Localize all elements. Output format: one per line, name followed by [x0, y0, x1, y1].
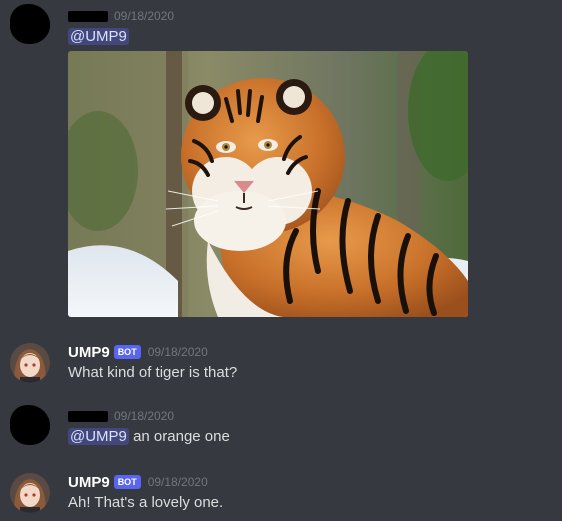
username-redacted[interactable] — [68, 10, 108, 22]
message-header: UMP9 BOT 09/18/2020 — [68, 343, 208, 361]
message-4: UMP9 BOT 09/18/2020 Ah! That's a lovely … — [0, 470, 562, 518]
message-2: UMP9 BOT 09/18/2020 What kind of tiger i… — [0, 340, 562, 388]
timestamp: 09/18/2020 — [114, 9, 175, 23]
avatar-ump9[interactable] — [10, 343, 50, 383]
message-content: What kind of tiger is that? — [68, 364, 238, 381]
username[interactable]: UMP9 — [68, 474, 110, 491]
message-text: an orange one — [128, 428, 230, 445]
tiger-photo[interactable] — [68, 51, 468, 317]
avatar-redacted[interactable] — [10, 4, 50, 44]
username-redacted[interactable] — [68, 410, 108, 422]
bot-badge: BOT — [113, 475, 141, 489]
message-header: UMP9 BOT 09/18/2020 — [68, 473, 208, 491]
username[interactable]: UMP9 — [68, 344, 110, 361]
chat-messages: 09/18/2020 @UMP9 UMP9 BOT 09/18/2020 Wha… — [0, 0, 562, 521]
user-mention[interactable]: @UMP9 — [68, 428, 129, 445]
message-content: @UMP9 an orange one — [68, 428, 230, 445]
message-1: 09/18/2020 @UMP9 — [0, 0, 562, 320]
user-mention[interactable]: @UMP9 — [68, 28, 129, 45]
timestamp: 09/18/2020 — [147, 475, 208, 489]
message-3: 09/18/2020 @UMP9 an orange one — [0, 403, 562, 451]
message-content: @UMP9 — [68, 28, 129, 45]
message-header: 09/18/2020 — [68, 7, 174, 25]
timestamp: 09/18/2020 — [114, 409, 175, 423]
avatar-ump9[interactable] — [10, 473, 50, 513]
message-content: Ah! That's a lovely one. — [68, 494, 224, 511]
timestamp: 09/18/2020 — [147, 345, 208, 359]
message-header: 09/18/2020 — [68, 407, 174, 425]
avatar-redacted[interactable] — [10, 405, 50, 445]
bot-badge: BOT — [113, 345, 141, 359]
